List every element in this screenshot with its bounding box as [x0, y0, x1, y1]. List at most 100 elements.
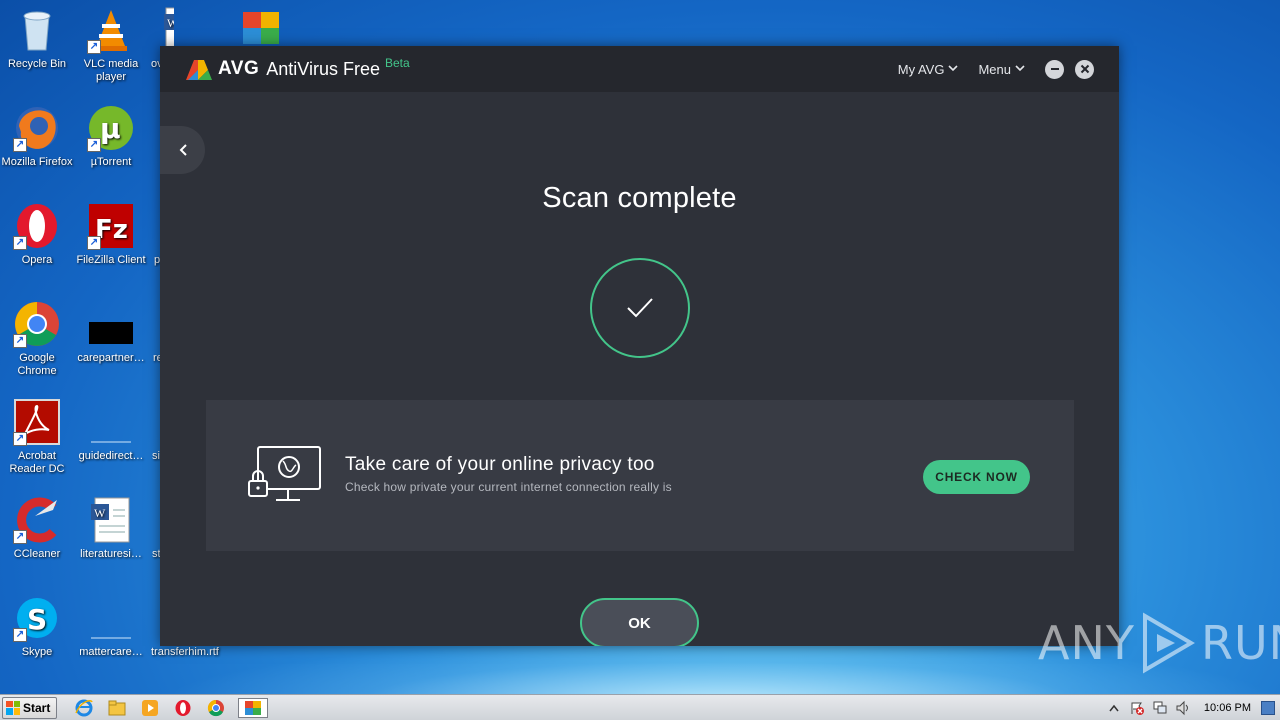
- utorrent-icon: µ ↗: [87, 104, 135, 152]
- scan-result-panel: Scan complete Take care of your online p…: [160, 92, 1119, 646]
- menu-label: Menu: [978, 61, 1011, 77]
- desktop-icon-label: p: [154, 254, 161, 266]
- system-tray: 10:06 PM: [1106, 695, 1280, 720]
- desktop-icon-firefox[interactable]: ↗ Mozilla Firefox: [0, 104, 74, 169]
- avg-logo: AVG AntiVirus Free Beta: [184, 56, 410, 82]
- file-icon: [87, 300, 135, 348]
- file-icon: [87, 398, 135, 446]
- chrome-icon: ↗: [13, 300, 61, 348]
- taskbar-clock[interactable]: 10:06 PM: [1204, 702, 1251, 714]
- firefox-icon: ↗: [13, 104, 61, 152]
- ccleaner-icon: ↗: [13, 496, 61, 544]
- network-icon[interactable]: [1152, 700, 1168, 716]
- desktop-icon-label: mattercare…: [79, 646, 143, 658]
- desktop-icon-mattercare[interactable]: mattercare…: [74, 594, 148, 659]
- taskbar: Start 10:06 PM: [0, 694, 1280, 720]
- title-nav: My AVG Menu: [898, 46, 1119, 92]
- volume-icon[interactable]: [1175, 700, 1191, 716]
- desktop-icon-label: Google Chrome: [17, 352, 57, 377]
- start-button[interactable]: Start: [2, 696, 58, 719]
- desktop-icon-label: FileZilla Client: [76, 254, 146, 266]
- my-avg-label: My AVG: [897, 61, 945, 77]
- desktop-icon-carepartner[interactable]: carepartner…: [74, 300, 148, 365]
- privacy-monitor-icon: [248, 445, 322, 510]
- promo-title: Take care of your online privacy too: [345, 454, 655, 475]
- svg-text:µ: µ: [100, 112, 121, 145]
- show-desktop-button[interactable]: [1261, 701, 1275, 715]
- product-name: AntiVirus Free: [266, 58, 380, 79]
- checkmark-icon: [627, 298, 653, 318]
- tray-expand-icon[interactable]: [1106, 700, 1122, 716]
- recycle-bin-icon: [13, 6, 61, 54]
- word-doc-icon: W: [87, 496, 135, 544]
- desktop-icon-label: CCleaner: [13, 548, 61, 560]
- desktop-icon-acrobat[interactable]: ↗ Acrobat Reader DC: [0, 398, 74, 476]
- desktop-icon-vlc[interactable]: ↗ VLC media player: [74, 6, 148, 84]
- desktop-icon-filezilla[interactable]: Fz ↗ FileZilla Client: [74, 202, 148, 267]
- desktop-icon-label: µTorrent: [90, 156, 132, 168]
- desktop-icon-utorrent[interactable]: µ ↗ µTorrent: [74, 104, 148, 169]
- chevron-down-icon: [948, 64, 959, 74]
- file-icon: [87, 594, 135, 642]
- back-button[interactable]: [160, 126, 205, 174]
- success-badge: [590, 258, 690, 358]
- desktop-icon-label: si: [152, 450, 160, 462]
- desktop-icon-skype[interactable]: S ↗ Skype: [0, 594, 74, 659]
- skype-icon: S ↗: [13, 594, 61, 642]
- opera-icon: ↗: [13, 202, 61, 250]
- privacy-promo-card: Take care of your online privacy too Che…: [206, 400, 1074, 551]
- desktop-icon-label: literaturesi…: [80, 548, 142, 560]
- desktop-icon-label: Mozilla Firefox: [1, 156, 73, 168]
- svg-text:S: S: [27, 603, 47, 636]
- desktop-icon-opera[interactable]: ↗ Opera: [0, 202, 74, 267]
- media-player-icon[interactable]: [139, 698, 161, 718]
- desktop-icon-chrome[interactable]: ↗ Google Chrome: [0, 300, 74, 378]
- promo-subtitle: Check how private your current internet …: [345, 480, 672, 494]
- desktop-icon-label: VLC media player: [83, 58, 139, 83]
- desktop-icon-label: guidedirect…: [78, 450, 144, 462]
- desktop-icon-label: st: [152, 548, 161, 560]
- desktop-icon-guidedirect[interactable]: guidedirect…: [74, 398, 148, 463]
- avg-logo-icon: [184, 56, 214, 82]
- start-label: Start: [23, 700, 51, 715]
- ie-icon[interactable]: [73, 698, 95, 718]
- avg-window: AVG AntiVirus Free Beta My AVG Menu Scan…: [160, 46, 1119, 646]
- acrobat-icon: ↗: [13, 398, 61, 446]
- page-title: Scan complete: [542, 182, 737, 214]
- desktop-icon-literaturesi[interactable]: W literaturesi…: [74, 496, 148, 561]
- desktop-icon-recycle-bin[interactable]: Recycle Bin: [0, 6, 74, 71]
- chrome-icon[interactable]: [205, 698, 227, 718]
- title-bar[interactable]: AVG AntiVirus Free Beta My AVG Menu: [160, 46, 1119, 92]
- minimize-icon: [1050, 68, 1059, 70]
- brand-name: AVG: [218, 58, 260, 79]
- close-button[interactable]: [1075, 59, 1094, 79]
- desktop-icon-label: carepartner…: [77, 352, 145, 364]
- desktop-icon-label: Acrobat Reader DC: [9, 450, 65, 475]
- ok-button[interactable]: OK: [580, 598, 699, 646]
- desktop-icon-ccleaner[interactable]: ↗ CCleaner: [0, 496, 74, 561]
- close-icon: [1080, 64, 1089, 74]
- opera-icon[interactable]: [172, 698, 194, 718]
- desktop-icon-label: Opera: [21, 254, 53, 266]
- svg-text:W: W: [167, 16, 174, 30]
- desktop-icon-label: Skype: [21, 646, 53, 658]
- windows-logo-icon: [6, 700, 20, 715]
- watermark-right: RUN: [1200, 616, 1280, 670]
- avg-taskbar-icon[interactable]: [238, 697, 269, 718]
- watermark-left: ANY: [1038, 616, 1135, 670]
- chevron-down-icon: [1015, 64, 1025, 74]
- filezilla-icon: Fz ↗: [87, 202, 135, 250]
- check-now-button[interactable]: CHECK NOW: [923, 460, 1030, 494]
- anyrun-watermark: ANY RUN: [1038, 612, 1280, 674]
- beta-badge: Beta: [384, 56, 410, 70]
- desktop-icon-label: Recycle Bin: [7, 58, 67, 70]
- my-avg-menu[interactable]: My AVG: [898, 62, 959, 77]
- play-icon: [1142, 612, 1195, 674]
- explorer-icon[interactable]: [106, 698, 128, 718]
- action-center-icon[interactable]: [1129, 700, 1145, 716]
- vlc-icon: ↗: [87, 6, 135, 54]
- menu-dropdown[interactable]: Menu: [978, 62, 1025, 77]
- minimize-button[interactable]: [1045, 59, 1064, 79]
- chevron-left-icon: [179, 144, 187, 156]
- svg-text:W: W: [94, 506, 106, 520]
